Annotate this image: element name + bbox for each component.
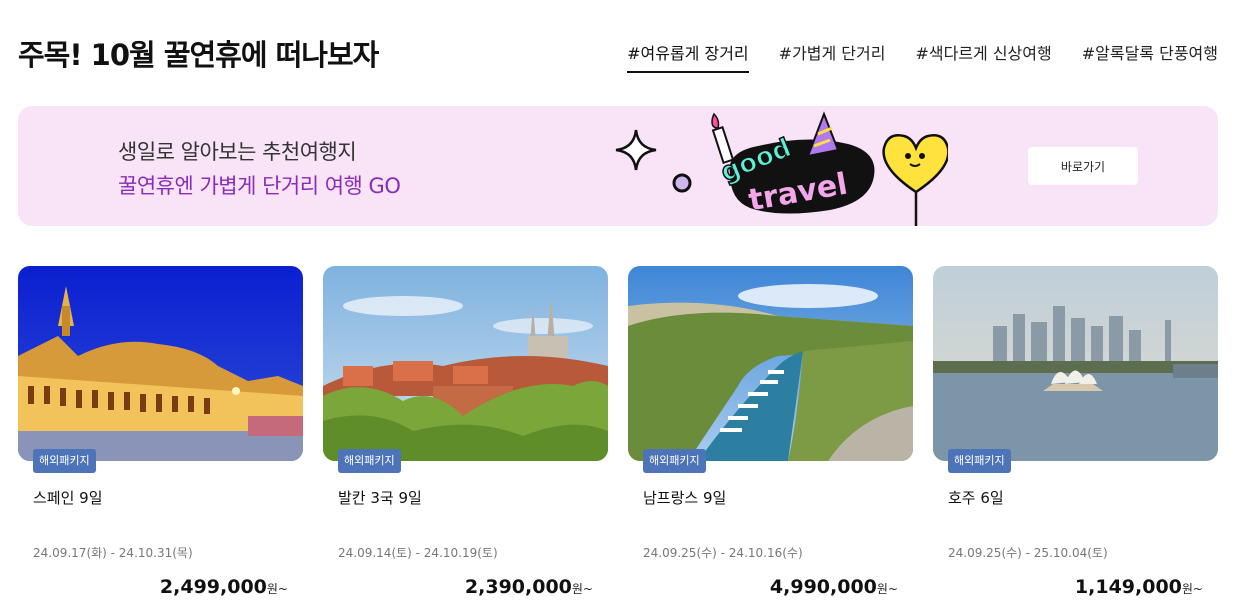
tab-long-distance[interactable]: #여유롭게 장거리 bbox=[627, 40, 749, 73]
price-unit: 원~ bbox=[571, 582, 593, 596]
section-header: 주목! 10월 꿀연휴에 떠나보자 #여유롭게 장거리 #가볍게 단거리 #색다… bbox=[18, 30, 1218, 74]
price-amount: 1,149,000 bbox=[1074, 576, 1182, 598]
tab-short-distance[interactable]: #가볍게 단거리 bbox=[779, 40, 886, 73]
flame-icon bbox=[711, 112, 720, 129]
card-image-south-france[interactable] bbox=[628, 266, 913, 461]
package-card-spain[interactable]: 해외패키지 스페인 9일 24.09.17(화) - 24.10.31(목) 2… bbox=[18, 266, 303, 605]
theme-tabs: #여유롭게 장거리 #가볍게 단거리 #색다르게 신상여행 #알록달록 단풍여행 bbox=[627, 40, 1218, 73]
party-hat-icon bbox=[806, 111, 840, 158]
promo-banner[interactable]: 생일로 알아보는 추천여행지 꿀연휴엔 가볍게 단거리 여행 GO good t… bbox=[18, 106, 1218, 226]
card-dates: 24.09.14(토) - 24.10.19(토) bbox=[338, 546, 498, 560]
card-image-australia[interactable] bbox=[933, 266, 1218, 461]
tab-autumn-leaves[interactable]: #알록달록 단풍여행 bbox=[1082, 40, 1218, 73]
price-unit: 원~ bbox=[266, 582, 288, 596]
package-badge: 해외패키지 bbox=[948, 449, 1011, 473]
card-dates: 24.09.25(수) - 25.10.04(토) bbox=[948, 546, 1108, 560]
card-dates: 24.09.25(수) - 24.10.16(수) bbox=[643, 546, 803, 560]
banner-headline: 생일로 알아보는 추천여행지 bbox=[118, 140, 357, 164]
card-title[interactable]: 발칸 3국 9일 bbox=[338, 487, 422, 508]
package-badge: 해외패키지 bbox=[33, 449, 96, 473]
good-travel-illustration: good travel bbox=[615, 111, 948, 226]
card-title[interactable]: 호주 6일 bbox=[948, 487, 1004, 508]
card-title[interactable]: 남프랑스 9일 bbox=[643, 487, 726, 508]
package-card-south-france[interactable]: 해외패키지 남프랑스 9일 24.09.25(수) - 24.10.16(수) … bbox=[628, 266, 913, 605]
price-unit: 원~ bbox=[1181, 582, 1203, 596]
package-card-australia[interactable]: 해외패키지 호주 6일 24.09.25(수) - 25.10.04(토) 1,… bbox=[933, 266, 1218, 605]
card-image-spain[interactable] bbox=[18, 266, 303, 461]
card-image-balkan[interactable] bbox=[323, 266, 608, 461]
banner-subheadline: 꿀연휴엔 가볍게 단거리 여행 GO bbox=[118, 174, 401, 198]
package-card-balkan[interactable]: 해외패키지 발칸 3국 9일 24.09.14(토) - 24.10.19(토)… bbox=[323, 266, 608, 605]
price-amount: 2,390,000 bbox=[464, 576, 572, 598]
card-price: 1,149,000원~ bbox=[1075, 576, 1203, 598]
heart-balloon-icon bbox=[882, 134, 948, 194]
card-price: 4,990,000원~ bbox=[770, 576, 898, 598]
card-dates: 24.09.17(화) - 24.10.31(목) bbox=[33, 546, 193, 560]
tab-new-travel[interactable]: #색다르게 신상여행 bbox=[915, 40, 1051, 73]
price-amount: 2,499,000 bbox=[159, 576, 267, 598]
go-button[interactable]: 바로가기 bbox=[1028, 147, 1138, 185]
card-price: 2,499,000원~ bbox=[160, 576, 288, 598]
package-card-list: 해외패키지 스페인 9일 24.09.17(화) - 24.10.31(목) 2… bbox=[18, 266, 1218, 605]
section-title: 주목! 10월 꿀연휴에 떠나보자 bbox=[18, 38, 379, 72]
card-price: 2,390,000원~ bbox=[465, 576, 593, 598]
price-unit: 원~ bbox=[876, 582, 898, 596]
sparkle-icon bbox=[615, 129, 657, 171]
dot-icon bbox=[672, 173, 692, 193]
package-badge: 해외패키지 bbox=[338, 449, 401, 473]
package-badge: 해외패키지 bbox=[643, 449, 706, 473]
price-amount: 4,990,000 bbox=[769, 576, 877, 598]
card-title[interactable]: 스페인 9일 bbox=[33, 487, 103, 508]
